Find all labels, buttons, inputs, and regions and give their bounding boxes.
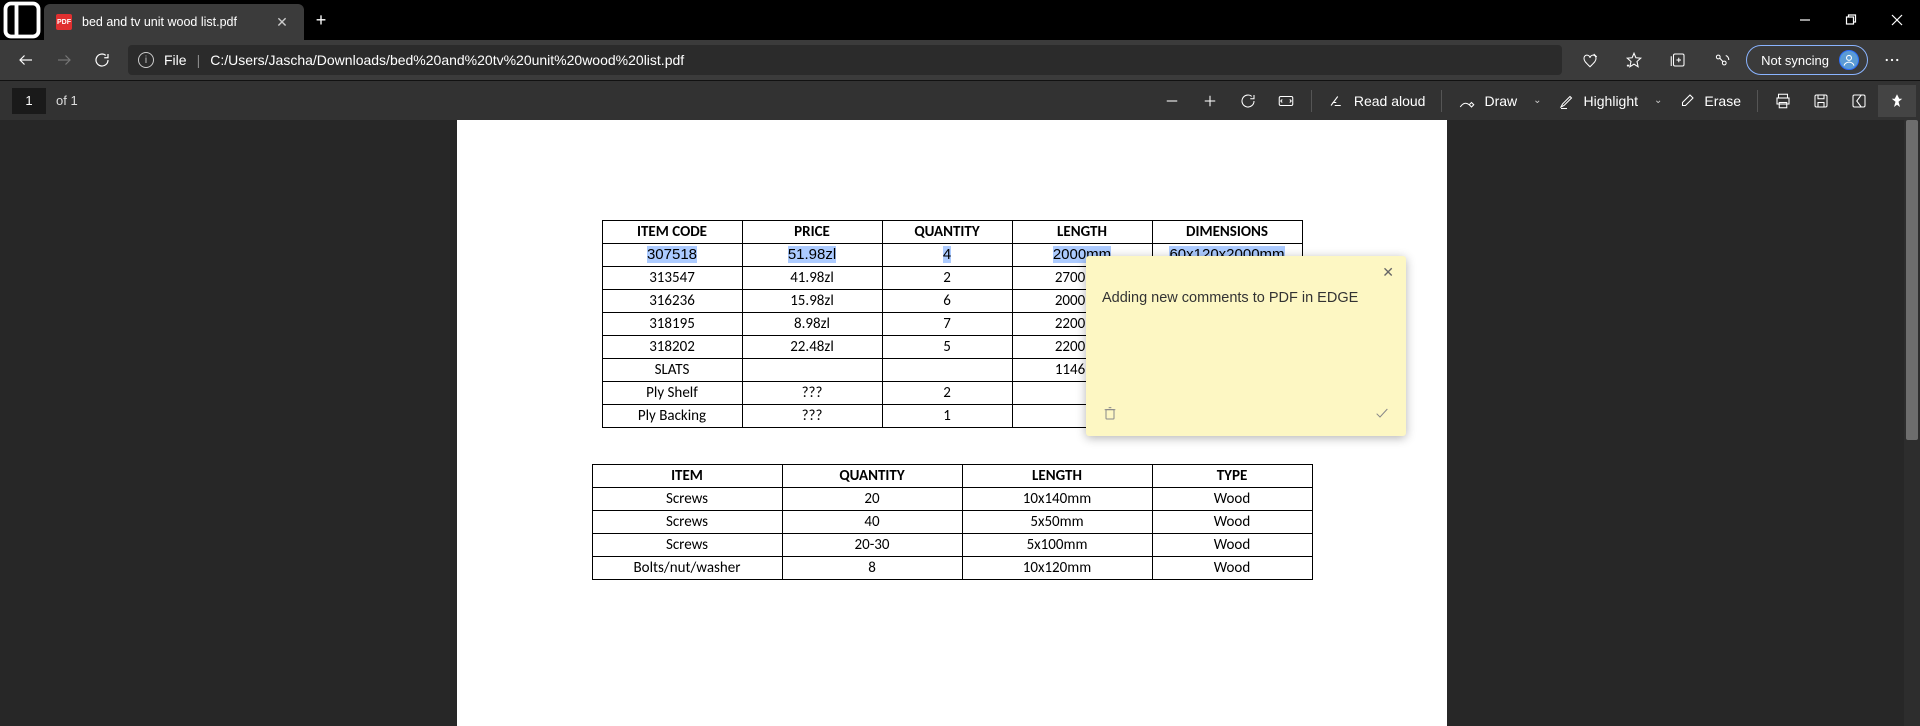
site-info-icon[interactable]: i — [138, 52, 154, 68]
highlight-dropdown[interactable]: ⌄ — [1648, 95, 1668, 106]
share-icon[interactable] — [1702, 44, 1742, 76]
back-button[interactable] — [8, 44, 44, 76]
maximize-button[interactable] — [1828, 0, 1874, 40]
confirm-comment-button[interactable] — [1374, 405, 1390, 426]
col-length: LENGTH — [1012, 221, 1152, 244]
separator — [1757, 90, 1758, 112]
minimize-button[interactable] — [1782, 0, 1828, 40]
profile-button[interactable]: Not syncing — [1746, 45, 1868, 75]
address-bar-row: i File | C:/Users/Jascha/Downloads/bed%2… — [0, 40, 1920, 80]
sync-label: Not syncing — [1761, 53, 1829, 68]
address-bar[interactable]: i File | C:/Users/Jascha/Downloads/bed%2… — [128, 45, 1562, 75]
rotate-button[interactable] — [1229, 85, 1267, 117]
close-window-button[interactable] — [1874, 0, 1920, 40]
browser-tab[interactable]: PDF bed and tv unit wood list.pdf ✕ — [44, 4, 304, 40]
page-number-input[interactable] — [12, 88, 46, 114]
print-button[interactable] — [1764, 85, 1802, 117]
new-tab-button[interactable]: + — [304, 10, 338, 31]
delete-comment-button[interactable] — [1102, 405, 1118, 426]
read-mode-icon[interactable] — [1570, 44, 1610, 76]
highlight-button[interactable]: Highlight — [1548, 85, 1648, 117]
pdf-viewport[interactable]: ITEM CODE PRICE QUANTITY LENGTH DIMENSIO… — [0, 120, 1904, 726]
read-aloud-label: Read aloud — [1354, 93, 1426, 109]
draw-button[interactable]: Draw — [1448, 85, 1527, 117]
erase-button[interactable]: Erase — [1668, 85, 1751, 117]
col-quantity: QUANTITY — [882, 221, 1012, 244]
tab-actions-icon[interactable] — [0, 0, 44, 42]
url-scheme: File — [164, 52, 187, 68]
zoom-in-button[interactable] — [1191, 85, 1229, 117]
table-header-row: ITEM CODE PRICE QUANTITY LENGTH DIMENSIO… — [602, 221, 1302, 244]
scrollbar-thumb[interactable] — [1906, 120, 1918, 440]
draw-dropdown[interactable]: ⌄ — [1527, 95, 1547, 106]
pdf-toolbar: of 1 Read aloud Draw ⌄ Highlight ⌄ Erase — [0, 80, 1920, 120]
tab-title: bed and tv unit wood list.pdf — [82, 15, 262, 29]
refresh-button[interactable] — [84, 44, 120, 76]
close-tab-button[interactable]: ✕ — [272, 14, 292, 31]
comment-text[interactable]: Adding new comments to PDF in EDGE — [1102, 290, 1390, 306]
favorites-icon[interactable] — [1614, 44, 1654, 76]
table-row: Screws20-305x100mmWood — [592, 534, 1312, 557]
fit-page-button[interactable] — [1267, 85, 1305, 117]
page-total-label: of 1 — [56, 93, 78, 108]
forward-button[interactable] — [46, 44, 82, 76]
collections-icon[interactable] — [1658, 44, 1698, 76]
separator — [1441, 90, 1442, 112]
pin-toolbar-button[interactable] — [1878, 85, 1916, 117]
more-tools-button[interactable] — [1840, 85, 1878, 117]
col-dimensions: DIMENSIONS — [1152, 221, 1302, 244]
table-row: Screws2010x140mmWood — [592, 488, 1312, 511]
erase-label: Erase — [1704, 93, 1741, 109]
table-row: Screws405x50mmWood — [592, 511, 1312, 534]
titlebar: PDF bed and tv unit wood list.pdf ✕ + — [0, 0, 1920, 40]
col-price: PRICE — [742, 221, 882, 244]
url-separator: | — [197, 52, 201, 68]
pdf-comment-note[interactable]: ✕ Adding new comments to PDF in EDGE — [1086, 256, 1406, 436]
separator — [1311, 90, 1312, 112]
col-item-code: ITEM CODE — [602, 221, 742, 244]
avatar-icon — [1839, 50, 1859, 70]
hardware-table: ITEM QUANTITY LENGTH TYPE Screws2010x140… — [592, 464, 1313, 580]
settings-menu-button[interactable] — [1872, 44, 1912, 76]
highlight-label: Highlight — [1584, 93, 1638, 109]
pdf-icon: PDF — [56, 14, 72, 30]
table-row: Bolts/nut/washer810x120mmWood — [592, 557, 1312, 580]
table-header-row: ITEM QUANTITY LENGTH TYPE — [592, 465, 1312, 488]
zoom-out-button[interactable] — [1153, 85, 1191, 117]
close-comment-button[interactable]: ✕ — [1382, 264, 1394, 281]
read-aloud-button[interactable]: Read aloud — [1318, 85, 1436, 117]
save-button[interactable] — [1802, 85, 1840, 117]
url-path: C:/Users/Jascha/Downloads/bed%20and%20tv… — [210, 52, 684, 68]
draw-label: Draw — [1484, 93, 1517, 109]
vertical-scrollbar[interactable] — [1904, 120, 1920, 726]
